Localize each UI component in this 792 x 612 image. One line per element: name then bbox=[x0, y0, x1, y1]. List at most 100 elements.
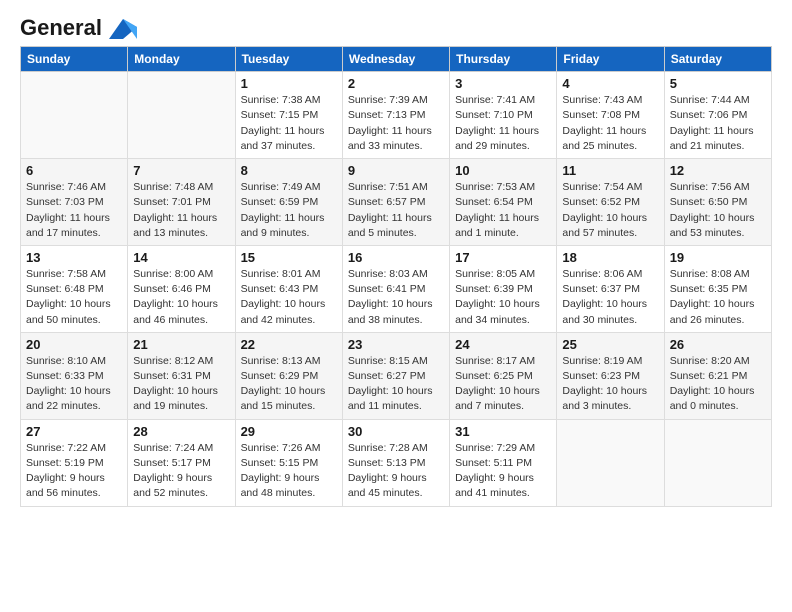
calendar-cell: 20Sunrise: 8:10 AM Sunset: 6:33 PM Dayli… bbox=[21, 332, 128, 419]
day-info: Sunrise: 8:15 AM Sunset: 6:27 PM Dayligh… bbox=[348, 354, 444, 415]
day-info: Sunrise: 7:22 AM Sunset: 5:19 PM Dayligh… bbox=[26, 441, 122, 502]
day-number: 28 bbox=[133, 424, 229, 439]
column-header-monday: Monday bbox=[128, 47, 235, 72]
column-header-saturday: Saturday bbox=[664, 47, 771, 72]
calendar-cell bbox=[21, 72, 128, 159]
day-number: 8 bbox=[241, 163, 337, 178]
day-number: 3 bbox=[455, 76, 551, 91]
calendar-cell: 19Sunrise: 8:08 AM Sunset: 6:35 PM Dayli… bbox=[664, 245, 771, 332]
day-number: 9 bbox=[348, 163, 444, 178]
day-info: Sunrise: 7:49 AM Sunset: 6:59 PM Dayligh… bbox=[241, 180, 337, 241]
calendar-cell: 30 Sunrise: 7:28 AM Sunset: 5:13 PM Dayli… bbox=[342, 419, 449, 506]
column-header-sunday: Sunday bbox=[21, 47, 128, 72]
calendar-cell: 8 Sunrise: 7:49 AM Sunset: 6:59 PM Daylig… bbox=[235, 159, 342, 246]
calendar-cell: 26 Sunrise: 8:20 AM Sunset: 6:21 PM Dayli… bbox=[664, 332, 771, 419]
calendar-cell: 9 Sunrise: 7:51 AM Sunset: 6:57 PM Daylig… bbox=[342, 159, 449, 246]
day-info: Sunrise: 7:44 AM Sunset: 7:06 PM Dayligh… bbox=[670, 93, 766, 154]
day-info: Sunrise: 8:20 AM Sunset: 6:21 PM Dayligh… bbox=[670, 354, 766, 415]
day-number: 13 bbox=[26, 250, 122, 265]
day-number: 22 bbox=[241, 337, 337, 352]
day-info: Sunrise: 7:51 AM Sunset: 6:57 PM Dayligh… bbox=[348, 180, 444, 241]
day-info: Sunrise: 7:53 AM Sunset: 6:54 PM Dayligh… bbox=[455, 180, 551, 241]
day-info: Sunrise: 7:28 AM Sunset: 5:13 PM Dayligh… bbox=[348, 441, 444, 502]
calendar-cell: 25 Sunrise: 8:19 AM Sunset: 6:23 PM Dayli… bbox=[557, 332, 664, 419]
day-number: 5 bbox=[670, 76, 766, 91]
day-info: Sunrise: 8:13 AM Sunset: 6:29 PM Dayligh… bbox=[241, 354, 337, 415]
calendar-header-row: SundayMondayTuesdayWednesdayThursdayFrid… bbox=[21, 47, 772, 72]
day-info: Sunrise: 8:06 AM Sunset: 6:37 PM Dayligh… bbox=[562, 267, 658, 328]
calendar-cell: 13 Sunrise: 7:58 AM Sunset: 6:48 PM Dayli… bbox=[21, 245, 128, 332]
day-number: 29 bbox=[241, 424, 337, 439]
day-number: 31 bbox=[455, 424, 551, 439]
calendar-cell: 6 Sunrise: 7:46 AM Sunset: 7:03 PM Daylig… bbox=[21, 159, 128, 246]
calendar-cell: 3 Sunrise: 7:41 AM Sunset: 7:10 PM Daylig… bbox=[450, 72, 557, 159]
day-info: Sunrise: 8:10 AM Sunset: 6:33 PM Dayligh… bbox=[26, 354, 122, 415]
logo: General bbox=[20, 16, 138, 36]
calendar-cell: 7Sunrise: 7:48 AM Sunset: 7:01 PM Daylig… bbox=[128, 159, 235, 246]
calendar-cell: 1Sunrise: 7:38 AM Sunset: 7:15 PM Daylig… bbox=[235, 72, 342, 159]
day-info: Sunrise: 7:26 AM Sunset: 5:15 PM Dayligh… bbox=[241, 441, 337, 502]
calendar-cell: 21 Sunrise: 8:12 AM Sunset: 6:31 PM Dayli… bbox=[128, 332, 235, 419]
calendar-cell: 29 Sunrise: 7:26 AM Sunset: 5:15 PM Dayli… bbox=[235, 419, 342, 506]
calendar-cell bbox=[128, 72, 235, 159]
day-number: 23 bbox=[348, 337, 444, 352]
calendar-cell: 17Sunrise: 8:05 AM Sunset: 6:39 PM Dayli… bbox=[450, 245, 557, 332]
calendar-cell: 18 Sunrise: 8:06 AM Sunset: 6:37 PM Dayli… bbox=[557, 245, 664, 332]
day-number: 10 bbox=[455, 163, 551, 178]
day-info: Sunrise: 7:54 AM Sunset: 6:52 PM Dayligh… bbox=[562, 180, 658, 241]
day-number: 16 bbox=[348, 250, 444, 265]
calendar-cell: 28 Sunrise: 7:24 AM Sunset: 5:17 PM Dayli… bbox=[128, 419, 235, 506]
day-number: 30 bbox=[348, 424, 444, 439]
day-info: Sunrise: 8:19 AM Sunset: 6:23 PM Dayligh… bbox=[562, 354, 658, 415]
calendar-cell: 22 Sunrise: 8:13 AM Sunset: 6:29 PM Dayli… bbox=[235, 332, 342, 419]
logo-icon bbox=[109, 19, 137, 39]
day-info: Sunrise: 7:43 AM Sunset: 7:08 PM Dayligh… bbox=[562, 93, 658, 154]
day-number: 4 bbox=[562, 76, 658, 91]
day-info: Sunrise: 7:46 AM Sunset: 7:03 PM Dayligh… bbox=[26, 180, 122, 241]
column-header-tuesday: Tuesday bbox=[235, 47, 342, 72]
day-number: 24 bbox=[455, 337, 551, 352]
calendar-cell: 16 Sunrise: 8:03 AM Sunset: 6:41 PM Dayli… bbox=[342, 245, 449, 332]
day-number: 14 bbox=[133, 250, 229, 265]
calendar-cell: 27 Sunrise: 7:22 AM Sunset: 5:19 PM Dayli… bbox=[21, 419, 128, 506]
column-header-friday: Friday bbox=[557, 47, 664, 72]
calendar-cell: 15Sunrise: 8:01 AM Sunset: 6:43 PM Dayli… bbox=[235, 245, 342, 332]
column-header-wednesday: Wednesday bbox=[342, 47, 449, 72]
day-info: Sunrise: 8:08 AM Sunset: 6:35 PM Dayligh… bbox=[670, 267, 766, 328]
day-info: Sunrise: 8:12 AM Sunset: 6:31 PM Dayligh… bbox=[133, 354, 229, 415]
day-info: Sunrise: 8:00 AM Sunset: 6:46 PM Dayligh… bbox=[133, 267, 229, 328]
day-info: Sunrise: 8:17 AM Sunset: 6:25 PM Dayligh… bbox=[455, 354, 551, 415]
calendar-cell: 14 Sunrise: 8:00 AM Sunset: 6:46 PM Dayli… bbox=[128, 245, 235, 332]
day-number: 6 bbox=[26, 163, 122, 178]
calendar-cell: 11Sunrise: 7:54 AM Sunset: 6:52 PM Dayli… bbox=[557, 159, 664, 246]
calendar-cell: 12 Sunrise: 7:56 AM Sunset: 6:50 PM Dayli… bbox=[664, 159, 771, 246]
day-info: Sunrise: 7:48 AM Sunset: 7:01 PM Dayligh… bbox=[133, 180, 229, 241]
day-number: 12 bbox=[670, 163, 766, 178]
calendar-cell: 24 Sunrise: 8:17 AM Sunset: 6:25 PM Dayli… bbox=[450, 332, 557, 419]
calendar-cell: 5 Sunrise: 7:44 AM Sunset: 7:06 PM Daylig… bbox=[664, 72, 771, 159]
day-number: 15 bbox=[241, 250, 337, 265]
day-number: 26 bbox=[670, 337, 766, 352]
day-number: 27 bbox=[26, 424, 122, 439]
week-row-2: 6 Sunrise: 7:46 AM Sunset: 7:03 PM Daylig… bbox=[21, 159, 772, 246]
day-number: 25 bbox=[562, 337, 658, 352]
day-info: Sunrise: 7:56 AM Sunset: 6:50 PM Dayligh… bbox=[670, 180, 766, 241]
day-info: Sunrise: 8:03 AM Sunset: 6:41 PM Dayligh… bbox=[348, 267, 444, 328]
day-info: Sunrise: 7:29 AM Sunset: 5:11 PM Dayligh… bbox=[455, 441, 551, 502]
day-info: Sunrise: 7:58 AM Sunset: 6:48 PM Dayligh… bbox=[26, 267, 122, 328]
day-number: 17 bbox=[455, 250, 551, 265]
calendar-cell: 2Sunrise: 7:39 AM Sunset: 7:13 PM Daylig… bbox=[342, 72, 449, 159]
calendar-cell: 4 Sunrise: 7:43 AM Sunset: 7:08 PM Daylig… bbox=[557, 72, 664, 159]
calendar-cell bbox=[557, 419, 664, 506]
calendar-cell: 23 Sunrise: 8:15 AM Sunset: 6:27 PM Dayli… bbox=[342, 332, 449, 419]
day-info: Sunrise: 7:24 AM Sunset: 5:17 PM Dayligh… bbox=[133, 441, 229, 502]
day-info: Sunrise: 7:38 AM Sunset: 7:15 PM Dayligh… bbox=[241, 93, 337, 154]
day-info: Sunrise: 7:41 AM Sunset: 7:10 PM Dayligh… bbox=[455, 93, 551, 154]
calendar-cell: 31 Sunrise: 7:29 AM Sunset: 5:11 PM Dayli… bbox=[450, 419, 557, 506]
calendar-body: 1Sunrise: 7:38 AM Sunset: 7:15 PM Daylig… bbox=[21, 72, 772, 506]
day-number: 21 bbox=[133, 337, 229, 352]
week-row-3: 13 Sunrise: 7:58 AM Sunset: 6:48 PM Dayli… bbox=[21, 245, 772, 332]
column-header-thursday: Thursday bbox=[450, 47, 557, 72]
day-number: 18 bbox=[562, 250, 658, 265]
day-number: 2 bbox=[348, 76, 444, 91]
